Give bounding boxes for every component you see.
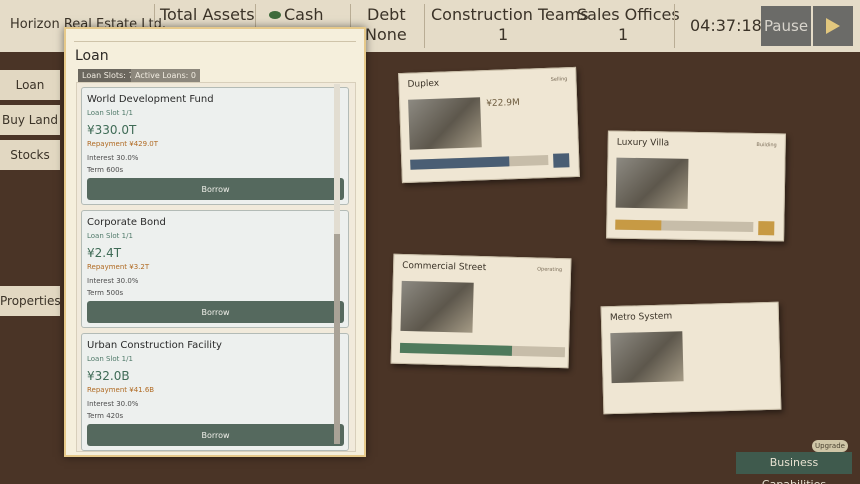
card-title: Duplex	[407, 78, 440, 90]
money-icon	[269, 10, 281, 19]
loan-list-scrollbar[interactable]	[334, 84, 340, 444]
play-icon	[826, 18, 840, 34]
sales-offices-label: Sales Offices	[577, 5, 680, 24]
play-button[interactable]	[813, 6, 853, 46]
loan-slot: Loan Slot 1/1	[87, 109, 133, 117]
card-progress-fill	[399, 342, 513, 356]
side-tab-stocks[interactable]: Stocks	[0, 140, 60, 170]
loan-dialog: Loan Loan Slots: 7 Active Loans: 0 World…	[64, 27, 366, 457]
sales-offices-value: 1	[618, 25, 629, 44]
loan-interest: Interest 30.0%	[87, 400, 139, 408]
property-card-luxury-villa[interactable]: Luxury Villa Building	[606, 130, 786, 242]
loan-name: Urban Construction Facility	[87, 340, 222, 351]
loan-repayment: Repayment ¥429.0T	[87, 140, 159, 148]
total-assets-label: Total Assets	[160, 5, 255, 24]
card-title: Luxury Villa	[616, 137, 670, 149]
building-image	[408, 97, 482, 150]
construction-teams-label: Construction Teams	[431, 5, 589, 24]
card-status: Operating	[537, 266, 563, 274]
dialog-title: Loan	[75, 48, 109, 64]
loan-term: Term 500s	[87, 289, 124, 297]
card-action-button[interactable]	[758, 221, 775, 236]
borrow-button[interactable]: Borrow	[87, 178, 344, 200]
building-image	[610, 331, 684, 384]
building-image	[400, 280, 474, 333]
game-clock: 04:37:18	[690, 16, 762, 35]
card-progress-fill	[615, 219, 661, 231]
loan-repayment: Repayment ¥41.6B	[87, 386, 155, 394]
card-title: Metro System	[609, 311, 673, 324]
property-card-commercial-street[interactable]: Commercial Street Operating	[390, 253, 572, 369]
loan-slot: Loan Slot 1/1	[87, 355, 133, 363]
loan-repayment: Repayment ¥3.2T	[87, 263, 150, 271]
card-status: Building	[756, 142, 777, 149]
loan-slot: Loan Slot 1/1	[87, 232, 133, 240]
loan-item: Corporate Bond Loan Slot 1/1 ¥2.4T Repay…	[81, 210, 349, 328]
borrow-button[interactable]: Borrow	[87, 301, 344, 323]
divider	[74, 41, 356, 42]
loan-interest: Interest 30.0%	[87, 277, 139, 285]
side-tab-buy-land[interactable]: Buy Land	[0, 105, 60, 135]
card-progress-bar	[399, 342, 566, 358]
upgrade-badge: Upgrade	[812, 440, 848, 452]
loan-amount: ¥330.0T	[87, 123, 137, 137]
card-details: ¥22.9M	[486, 97, 566, 110]
construction-teams-value: 1	[498, 25, 509, 44]
loan-term: Term 420s	[87, 412, 124, 420]
loan-slots-chip: Loan Slots: 7	[78, 69, 138, 82]
card-status: Selling	[550, 76, 568, 83]
active-loans-chip: Active Loans: 0	[131, 69, 200, 82]
pause-button[interactable]: Pause	[761, 6, 811, 46]
borrow-button[interactable]: Borrow	[87, 424, 344, 446]
side-tab-loan[interactable]: Loan	[0, 70, 60, 100]
building-image	[615, 157, 689, 209]
loan-name: World Development Fund	[87, 94, 214, 105]
debt-value: None	[365, 25, 407, 44]
loan-term: Term 600s	[87, 166, 124, 174]
cash-stat: Cash	[268, 5, 323, 24]
scroll-thumb[interactable]	[334, 234, 340, 444]
loan-interest: Interest 30.0%	[87, 154, 139, 162]
loan-list[interactable]: World Development Fund Loan Slot 1/1 ¥33…	[76, 82, 356, 452]
property-card-duplex[interactable]: Duplex Selling ¥22.9M	[398, 66, 580, 184]
loan-amount: ¥2.4T	[87, 246, 122, 260]
card-value: ¥22.9M	[486, 97, 520, 110]
loan-name: Corporate Bond	[87, 217, 166, 228]
loan-item: Urban Construction Facility Loan Slot 1/…	[81, 333, 349, 451]
card-progress-fill	[410, 156, 510, 170]
loan-item: World Development Fund Loan Slot 1/1 ¥33…	[81, 87, 349, 205]
side-tab-properties[interactable]: Properties	[0, 286, 61, 316]
divider	[424, 4, 425, 48]
card-progress-bar	[615, 219, 754, 233]
business-capabilities-button[interactable]: Business Capabilities	[736, 452, 852, 484]
loan-amount: ¥32.0B	[87, 369, 130, 383]
cash-label: Cash	[284, 5, 324, 24]
card-progress-bar	[410, 154, 549, 170]
card-action-button[interactable]	[553, 153, 570, 168]
debt-label: Debt	[367, 5, 406, 24]
property-card-metro-system[interactable]: Metro System	[600, 301, 782, 415]
divider	[674, 4, 675, 48]
